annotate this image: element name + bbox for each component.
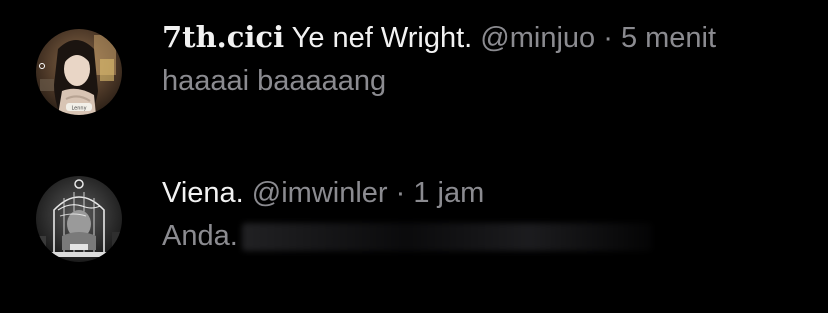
- timestamp[interactable]: 5 menit: [621, 22, 716, 54]
- reply-content: 7th.cici Ye nef Wright. @minjuo · 5 meni…: [162, 18, 808, 101]
- reply-item[interactable]: Viena. @imwinler · 1 jam Anda.: [0, 156, 828, 313]
- display-name[interactable]: 7th.cici: [162, 20, 284, 54]
- display-name[interactable]: Viena.: [162, 177, 244, 209]
- avatar-photo-girl: Lenny: [36, 29, 122, 115]
- reply-content: Viena. @imwinler · 1 jam Anda.: [162, 174, 808, 256]
- reply-text: Anda.: [162, 220, 238, 252]
- redacted-text-blur: [241, 223, 652, 252]
- separator-dot: ·: [603, 22, 613, 54]
- display-name-extra[interactable]: Ye nef Wright.: [292, 22, 473, 54]
- handle[interactable]: @minjuo: [480, 22, 595, 54]
- separator-dot: ·: [395, 177, 406, 209]
- avatar-tag-text: Lenny: [71, 106, 86, 112]
- reply-text: haaaai baaaaang: [162, 65, 387, 97]
- timestamp[interactable]: 1 jam: [413, 177, 484, 209]
- reply-item[interactable]: Lenny 7th.cici Ye nef Wright. @minjuo · …: [0, 0, 828, 156]
- handle[interactable]: @imwinler: [252, 177, 388, 209]
- reply-header: Viena. @imwinler · 1 jam: [162, 174, 808, 212]
- avatar[interactable]: [36, 176, 122, 262]
- avatar-birdcage-art: [36, 176, 122, 262]
- reply-header: 7th.cici Ye nef Wright. @minjuo · 5 meni…: [162, 18, 808, 57]
- reply-text-row: Anda.: [162, 216, 808, 256]
- avatar[interactable]: Lenny: [36, 29, 122, 115]
